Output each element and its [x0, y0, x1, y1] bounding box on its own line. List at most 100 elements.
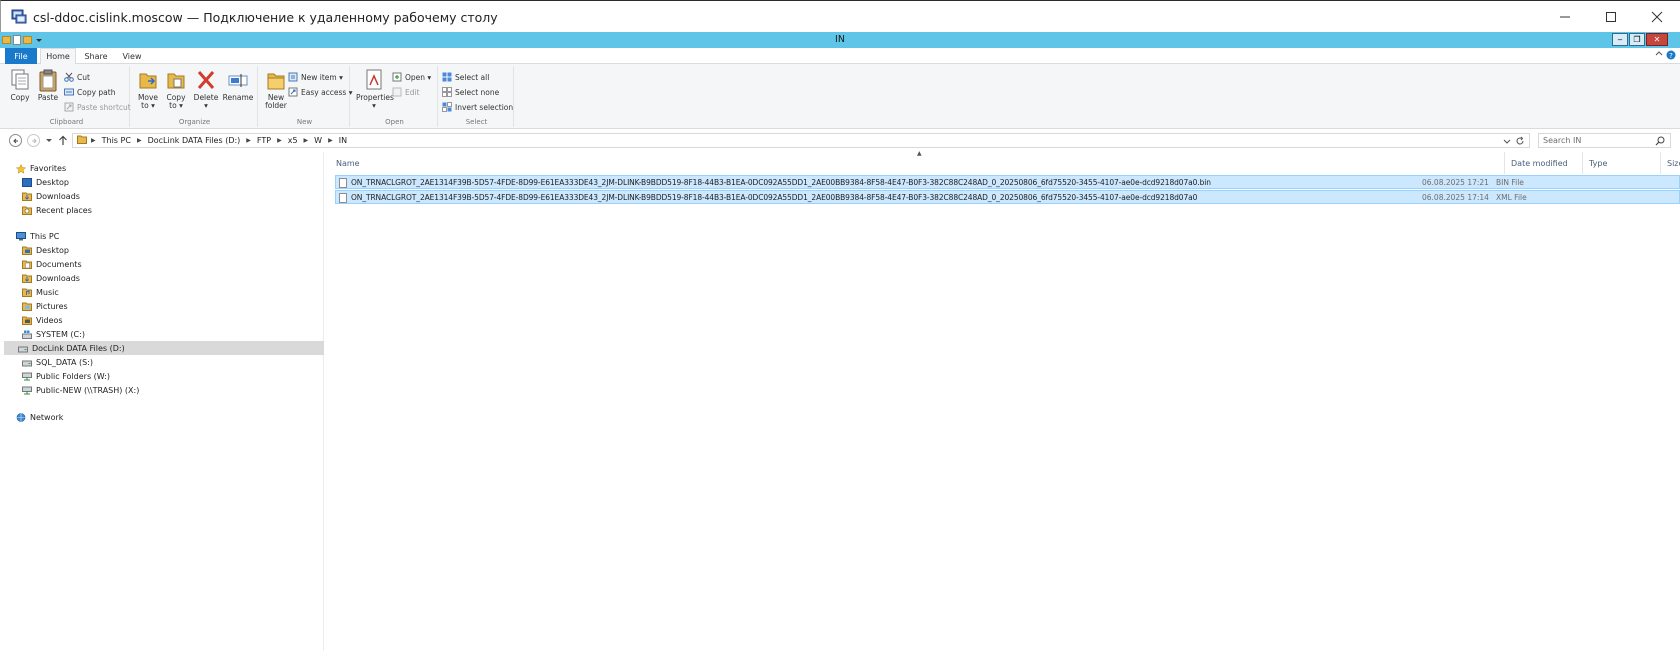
copy-to-button[interactable]: Copy to ▾ — [162, 68, 190, 110]
nav-pc-pictures[interactable]: Pictures — [22, 299, 68, 313]
move-to-button[interactable]: Move to ▾ — [134, 68, 162, 110]
breadcrumb-chevron-icon[interactable]: ▶ — [277, 137, 282, 144]
new-group-label: New — [296, 118, 313, 126]
nav-pc-documents-label: Documents — [36, 259, 82, 269]
nav-favorites-label: Favorites — [30, 163, 67, 173]
explorer-titlebar[interactable]: IN ‒ ❐ ✕ — [0, 32, 1680, 48]
desktop-icon — [22, 177, 32, 187]
breadcrumb-x5[interactable]: x5 — [288, 136, 298, 145]
up-arrow-icon[interactable] — [58, 135, 68, 148]
forward-button[interactable] — [27, 134, 40, 147]
nav-fav-desktop[interactable]: Desktop — [22, 175, 69, 189]
file-name: ON_TRNACLGROT_2AE1314F39B-5D57-4FDE-8D99… — [351, 178, 1211, 187]
organize-group: Move to ▾ Copy to ▾ Delete ▾ Rename Orga… — [132, 66, 258, 127]
open-label: Open ▾ — [405, 72, 432, 82]
nav-pc-public-folders-w[interactable]: Public Folders (W:) — [22, 369, 110, 383]
delete-button[interactable]: Delete ▾ — [192, 68, 220, 110]
copy-icon — [9, 68, 31, 92]
move-to-label-2: to ▾ — [141, 101, 155, 110]
breadcrumb-ftp[interactable]: FTP — [257, 136, 271, 145]
select-group: Select all Select none Invert selection … — [440, 66, 514, 127]
explorer-restore-button[interactable]: ❐ — [1629, 33, 1645, 46]
search-input[interactable]: Search IN — [1538, 133, 1671, 148]
nav-pc-videos[interactable]: Videos — [22, 313, 63, 327]
nav-fav-downloads[interactable]: Downloads — [22, 189, 80, 203]
copy-path-button[interactable]: Copy path — [64, 86, 115, 98]
nav-fav-recent-places[interactable]: Recent places — [22, 203, 92, 217]
rdp-minimize-button[interactable] — [1542, 1, 1588, 33]
search-icon[interactable] — [1655, 136, 1665, 148]
column-header-type[interactable]: Type — [1583, 152, 1661, 174]
nav-network-label: Network — [30, 412, 64, 422]
breadcrumb-chevron-icon[interactable]: ▶ — [328, 137, 333, 144]
breadcrumb-chevron-icon[interactable]: ▶ — [246, 137, 251, 144]
nav-pc-sql-data-s[interactable]: SQL_DATA (S:) — [22, 355, 93, 369]
recent-locations-icon[interactable] — [46, 137, 52, 146]
paste-label: Paste — [37, 93, 59, 102]
new-item-button[interactable]: New item ▾ — [288, 71, 343, 83]
properties-button[interactable]: Properties ▾ — [356, 68, 394, 110]
nav-this-pc[interactable]: This PC — [16, 229, 59, 243]
breadcrumb-this-pc[interactable]: This PC — [102, 136, 131, 145]
address-bar[interactable]: ▶ This PC ▶ DocLink DATA Files (D:) ▶ FT… — [72, 133, 1530, 148]
rdp-maximize-button[interactable] — [1588, 1, 1634, 33]
tab-view[interactable]: View — [118, 48, 146, 64]
edit-label: Edit — [405, 87, 420, 97]
invert-selection-button[interactable]: Invert selection — [442, 101, 513, 113]
tab-home[interactable]: Home — [40, 48, 76, 64]
rdp-close-button[interactable] — [1634, 1, 1680, 33]
column-header-date[interactable]: Date modified — [1505, 152, 1583, 174]
move-to-icon — [137, 68, 159, 92]
nav-pc-system-c[interactable]: SYSTEM (C:) — [22, 327, 85, 341]
nav-pc-public-folders-w-label: Public Folders (W:) — [36, 371, 111, 381]
breadcrumb-chevron-icon[interactable]: ▶ — [304, 137, 309, 144]
breadcrumb-w[interactable]: W — [314, 136, 322, 145]
select-none-button[interactable]: Select none — [442, 86, 499, 98]
nav-pc-public-new-x[interactable]: Public-NEW (\\TRASH) (X:) — [22, 383, 139, 397]
paste-shortcut-button[interactable]: Paste shortcut — [64, 101, 131, 113]
rdp-titlebar[interactable]: csl-ddoc.cislink.moscow — Подключение к … — [0, 0, 1680, 32]
copy-button[interactable]: Copy — [6, 68, 34, 102]
invert-selection-icon — [442, 102, 452, 112]
breadcrumb-in[interactable]: IN — [339, 136, 347, 145]
help-icon[interactable]: ? — [1666, 50, 1676, 62]
open-group-label: Open — [385, 118, 404, 126]
table-row[interactable]: ON_TRNACLGROT_2AE1314F39B-5D57-4FDE-8D99… — [335, 175, 1680, 189]
breadcrumb-doclink-drive[interactable]: DocLink DATA Files (D:) — [148, 136, 241, 145]
nav-pc-music[interactable]: Music — [22, 285, 59, 299]
table-row[interactable]: ON_TRNACLGROT_2AE1314F39B-5D57-4FDE-8D99… — [335, 190, 1680, 204]
nav-favorites[interactable]: Favorites — [15, 161, 67, 175]
easy-access-button[interactable]: Easy access ▾ — [288, 86, 353, 98]
address-dropdown-icon[interactable] — [1503, 137, 1511, 147]
rename-button[interactable]: Rename — [222, 68, 254, 102]
breadcrumb-chevron-icon[interactable]: ▶ — [137, 137, 142, 144]
breadcrumb-chevron-icon[interactable]: ▶ — [91, 137, 96, 144]
edit-button[interactable]: Edit — [392, 86, 420, 98]
tab-file[interactable]: File — [5, 48, 37, 64]
paste-button[interactable]: Paste — [34, 68, 62, 102]
cut-button[interactable]: Cut — [64, 71, 90, 83]
new-group: New folder New item ▾ Easy access ▾ New — [260, 66, 353, 127]
minimize-ribbon-icon[interactable] — [1655, 50, 1663, 60]
explorer-minimize-button[interactable]: ‒ — [1612, 33, 1628, 46]
nav-network[interactable]: Network — [16, 410, 63, 424]
nav-pc-documents[interactable]: Documents — [22, 257, 82, 271]
file-list: ▲ Name Date modified Type Size ON_TRNACL… — [330, 150, 1680, 651]
new-folder-label-2: folder — [265, 101, 287, 110]
column-header-size[interactable]: Size — [1661, 152, 1680, 174]
nav-pc-desktop[interactable]: Desktop — [22, 243, 69, 257]
paste-icon — [37, 68, 59, 92]
open-button[interactable]: Open ▾ — [392, 71, 431, 83]
tab-share[interactable]: Share — [80, 48, 112, 64]
nav-pc-downloads[interactable]: Downloads — [22, 271, 80, 285]
select-all-button[interactable]: Select all — [442, 71, 489, 83]
back-button[interactable] — [9, 134, 22, 147]
properties-arrow: ▾ — [372, 101, 376, 110]
select-none-icon — [442, 87, 452, 97]
refresh-icon[interactable] — [1515, 136, 1525, 148]
column-header-name[interactable]: Name — [330, 152, 1505, 174]
explorer-close-button[interactable]: ✕ — [1646, 33, 1668, 46]
new-folder-button[interactable]: New folder — [262, 68, 290, 110]
back-arrow-icon — [12, 138, 18, 143]
nav-pc-doclink-d[interactable]: DocLink DATA Files (D:) — [4, 341, 324, 355]
